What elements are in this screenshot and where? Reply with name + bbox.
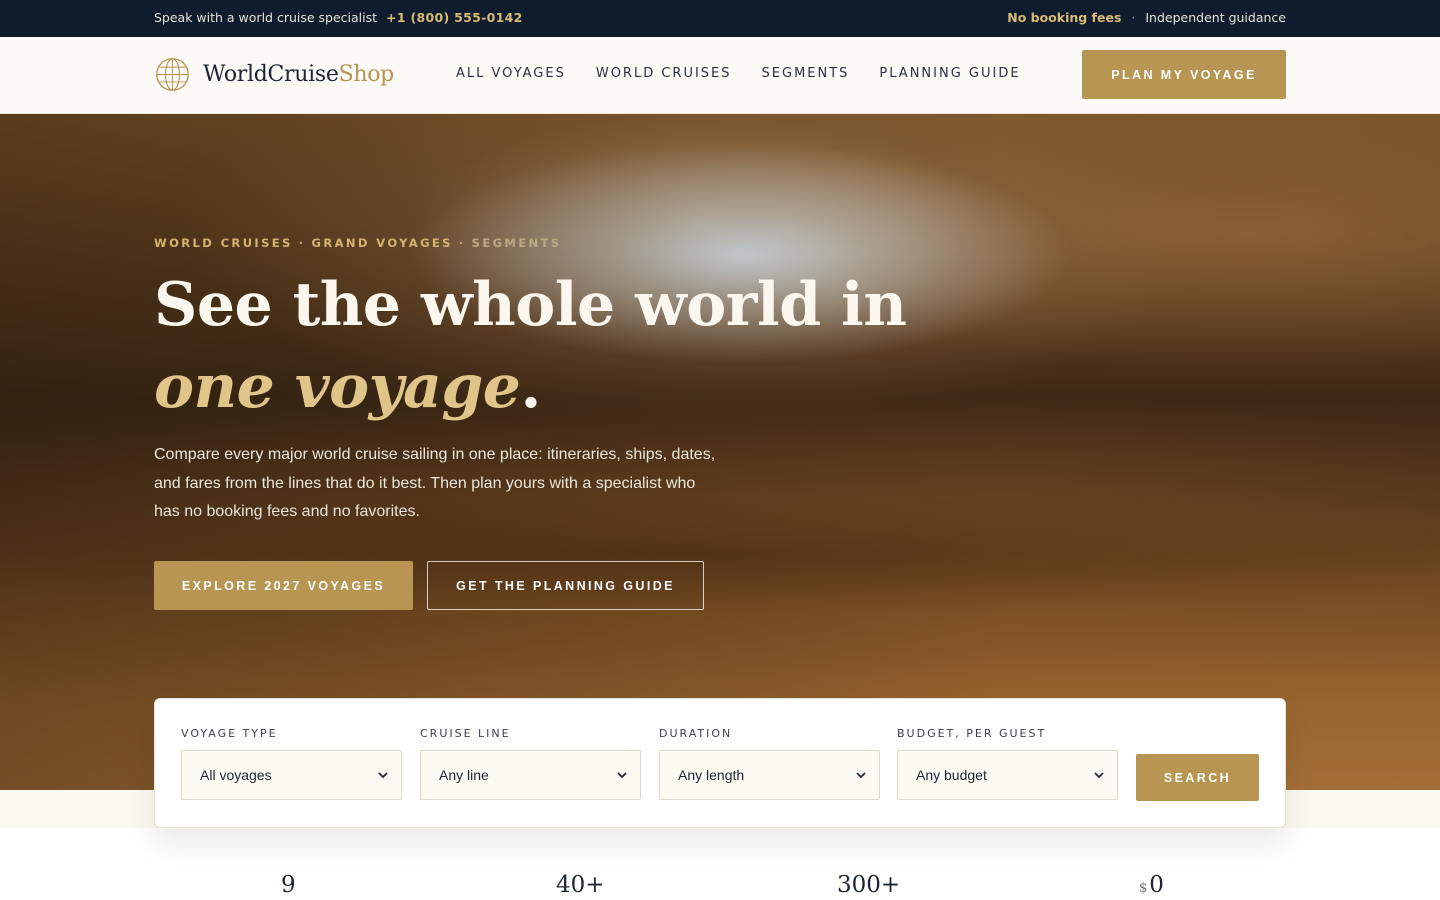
cruise-line-field: CRUISE LINE Any line (420, 727, 641, 800)
separator-dot: · (1131, 10, 1136, 25)
stat-value: 300+ (837, 872, 901, 898)
duration-value: Any length (678, 767, 745, 783)
nav-planning-guide[interactable]: PLANNING GUIDE (879, 66, 1020, 81)
stat-currency: $ (1139, 881, 1148, 896)
chevron-down-icon (378, 772, 388, 779)
chevron-down-icon (617, 772, 627, 779)
search-button[interactable]: SEARCH (1136, 754, 1259, 801)
hero-eyebrow: WORLD CRUISES · GRAND VOYAGES · SEGMENTS (154, 236, 561, 250)
eyebrow-separator: · (458, 236, 466, 250)
duration-label: DURATION (659, 727, 733, 740)
eyebrow-world-cruises: WORLD CRUISES (154, 236, 293, 250)
chevron-down-icon (856, 772, 866, 779)
voyage-search-panel: VOYAGE TYPE All voyages CRUISE LINE Any … (154, 698, 1286, 828)
stat-fee: $0 (1139, 872, 1164, 898)
voyage-type-label: VOYAGE TYPE (181, 727, 278, 740)
budget-select[interactable]: Any budget (897, 750, 1118, 800)
eyebrow-grand-voyages: GRAND VOYAGES (311, 236, 453, 250)
logo-accent: Shop (338, 62, 395, 87)
eyebrow-separator: · (298, 236, 306, 250)
stat-value: 9 (281, 872, 296, 898)
headline-end: . (520, 352, 541, 422)
plan-my-voyage-button[interactable]: PLAN MY VOYAGE (1082, 50, 1286, 99)
top-bar: Speak with a world cruise specialist +1 … (0, 0, 1440, 37)
budget-value: Any budget (916, 767, 987, 783)
voyage-type-select[interactable]: All voyages (181, 750, 402, 800)
planning-guide-button[interactable]: GET THE PLANNING GUIDE (427, 561, 704, 610)
main-nav: ALL VOYAGES WORLD CRUISES SEGMENTS PLANN… (456, 66, 1021, 81)
nav-world-cruises[interactable]: WORLD CRUISES (596, 66, 732, 81)
voyage-type-field: VOYAGE TYPE All voyages (181, 727, 402, 800)
site-header: WorldCruiseShop ALL VOYAGES WORLD CRUISE… (0, 37, 1440, 114)
specialist-text: Speak with a world cruise specialist (154, 10, 378, 25)
stat-value: 0 (1149, 872, 1164, 898)
nav-segments[interactable]: SEGMENTS (762, 66, 850, 81)
guidance-text: Independent guidance (1145, 10, 1286, 25)
logo-main: WorldCruise (203, 62, 339, 87)
voyage-type-value: All voyages (200, 767, 272, 783)
budget-label: BUDGET, PER GUEST (897, 727, 1047, 740)
explore-voyages-button[interactable]: EXPLORE 2027 VOYAGES (154, 561, 413, 610)
hero-headline: See the whole world in one voyage. (154, 264, 914, 428)
chevron-down-icon (1094, 772, 1104, 779)
stat-value: 40+ (556, 872, 605, 898)
budget-field: BUDGET, PER GUEST Any budget (897, 727, 1118, 800)
headline-italic: one voyage (154, 352, 521, 422)
phone-link[interactable]: +1 (800) 555-0142 (386, 10, 523, 25)
globe-icon (156, 58, 189, 91)
hero-intro: Compare every major world cruise sailing… (154, 446, 716, 520)
no-fees-text: No booking fees (1007, 10, 1122, 25)
hero-section: WORLD CRUISES · GRAND VOYAGES · SEGMENTS See… (0, 114, 1440, 790)
eyebrow-segments: SEGMENTS (471, 236, 562, 250)
nav-all-voyages[interactable]: ALL VOYAGES (456, 66, 566, 81)
cruise-line-select[interactable]: Any line (420, 750, 641, 800)
duration-select[interactable]: Any length (659, 750, 880, 800)
duration-field: DURATION Any length (659, 727, 880, 800)
cruise-line-label: CRUISE LINE (420, 727, 511, 740)
logo[interactable]: WorldCruiseShop (154, 56, 394, 93)
logo-text: WorldCruiseShop (203, 62, 394, 87)
headline-plain: See the whole world in (154, 270, 907, 340)
cruise-line-value: Any line (439, 767, 489, 783)
